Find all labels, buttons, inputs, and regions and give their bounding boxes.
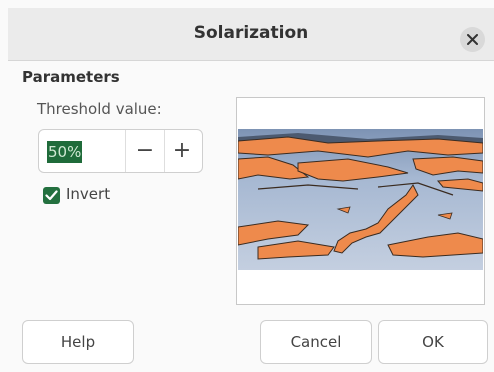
decrement-button[interactable]: − — [126, 130, 164, 172]
dialog-title: Solarization — [193, 23, 309, 43]
threshold-label: Threshold value: — [37, 100, 162, 118]
help-button[interactable]: Help — [22, 320, 134, 364]
close-icon — [467, 34, 478, 45]
checkmark-icon — [45, 190, 58, 201]
increment-button[interactable]: + — [163, 130, 201, 172]
threshold-spinbox[interactable]: 50% − + — [38, 129, 203, 173]
close-button[interactable] — [460, 27, 485, 52]
ok-button[interactable]: OK — [378, 320, 488, 364]
invert-label[interactable]: Invert — [66, 185, 110, 203]
threshold-value-input[interactable]: 50% — [47, 141, 83, 163]
solarized-preview-image — [238, 129, 483, 270]
title-bar: Solarization — [8, 8, 494, 61]
cancel-button[interactable]: Cancel — [260, 320, 372, 364]
solarization-dialog: Solarization Parameters Threshold value:… — [0, 0, 494, 372]
parameters-heading: Parameters — [22, 68, 120, 86]
invert-checkbox[interactable] — [43, 187, 60, 204]
preview-panel — [236, 97, 485, 305]
